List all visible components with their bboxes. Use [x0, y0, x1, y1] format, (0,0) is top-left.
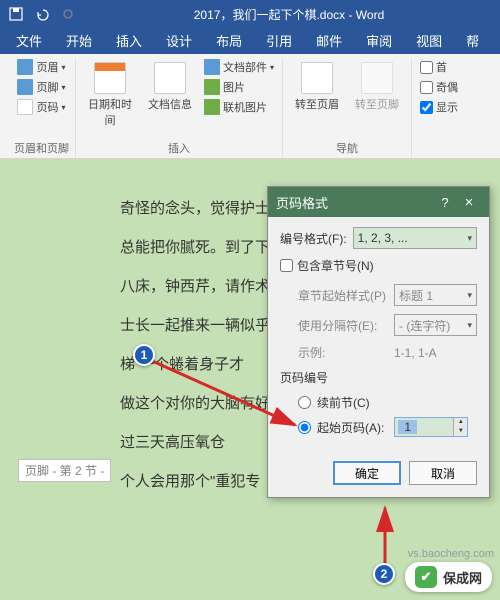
dialog-title: 页码格式 [276, 193, 433, 212]
quick-parts-button[interactable]: 文档部件 ▾ [202, 58, 276, 76]
include-chapter-checkbox[interactable]: 包含章节号(N) [280, 257, 477, 274]
tab-file[interactable]: 文件 [4, 27, 54, 54]
goto-header-icon [301, 62, 333, 94]
source-badge: ✔ 保成网 [405, 562, 492, 592]
annotation-marker-1: 1 [133, 344, 155, 366]
cancel-button[interactable]: 取消 [409, 461, 477, 485]
dialog-titlebar[interactable]: 页码格式 ? × [268, 187, 489, 217]
number-format-select[interactable]: 1, 2, 3, ...▾ [353, 227, 477, 249]
tab-design[interactable]: 设计 [154, 27, 204, 54]
separator-select: - (连字符)▾ [394, 314, 477, 336]
goto-footer-button[interactable]: 转至页脚 [349, 58, 405, 138]
calendar-icon [94, 62, 126, 94]
dialog-body: 编号格式(F): 1, 2, 3, ...▾ 包含章节号(N) 章节起始样式(P… [268, 217, 489, 453]
ribbon: 页眉 ▾ 页脚 ▾ 页码 ▾ 页眉和页脚 日期和时间 文档信息 文档部件 ▾ 图… [0, 54, 500, 159]
show-doc-text-check[interactable]: 显示 [418, 98, 460, 116]
save-icon[interactable] [8, 6, 24, 22]
tab-help[interactable]: 帮 [454, 27, 491, 54]
quick-access-toolbar: 2017，我们一起下个棋.docx - Word [0, 0, 500, 28]
header-icon [17, 59, 33, 75]
group-options: 首 奇偶 显示 [412, 58, 466, 158]
group-insert: 日期和时间 文档信息 文档部件 ▾ 图片 联机图片 插入 [76, 58, 283, 158]
group-label: 导航 [336, 138, 358, 158]
goto-footer-icon [361, 62, 393, 94]
tab-references[interactable]: 引用 [254, 27, 304, 54]
group-label: 插入 [168, 138, 190, 158]
help-icon[interactable]: ? [433, 195, 457, 210]
picture-icon [204, 79, 220, 95]
chevron-down-icon: ▾ [467, 233, 472, 244]
chevron-down-icon: ▾ [467, 320, 472, 331]
tab-insert[interactable]: 插入 [104, 27, 154, 54]
group-header-footer: 页眉 ▾ 页脚 ▾ 页码 ▾ 页眉和页脚 [8, 58, 76, 158]
window-title: 2017，我们一起下个棋.docx - Word [86, 6, 492, 23]
spinner-buttons[interactable]: ▲▼ [453, 418, 467, 436]
ok-button[interactable]: 确定 [333, 461, 401, 485]
doc-info-icon [154, 62, 186, 94]
date-time-button[interactable]: 日期和时间 [82, 58, 138, 138]
watermark: vs.baocheng.com [408, 548, 494, 560]
footer-icon [17, 79, 33, 95]
example-value: 1-1, 1-A [394, 346, 437, 360]
page-number-icon [17, 99, 33, 115]
tab-review[interactable]: 审阅 [354, 27, 404, 54]
doc-info-button[interactable]: 文档信息 [142, 58, 198, 138]
group-label: 页眉和页脚 [14, 138, 69, 158]
undo-icon[interactable] [34, 6, 50, 22]
chevron-down-icon: ▾ [467, 290, 472, 301]
annotation-marker-2: 2 [373, 563, 395, 585]
header-button[interactable]: 页眉 ▾ [15, 58, 67, 76]
online-picture-icon [204, 99, 220, 115]
online-pictures-button[interactable]: 联机图片 [202, 98, 276, 116]
separator-label: 使用分隔符(E): [298, 317, 388, 334]
parts-icon [204, 59, 220, 75]
close-icon[interactable]: × [457, 194, 481, 211]
footer-button[interactable]: 页脚 ▾ [15, 78, 67, 96]
number-format-label: 编号格式(F): [280, 230, 347, 247]
ribbon-tabs: 文件 开始 插入 设计 布局 引用 邮件 审阅 视图 帮 [0, 28, 500, 54]
start-at-radio[interactable]: 起始页码(A): 1 ▲▼ [280, 417, 477, 437]
pictures-button[interactable]: 图片 [202, 78, 276, 96]
shield-icon: ✔ [415, 566, 437, 588]
page-number-format-dialog: 页码格式 ? × 编号格式(F): 1, 2, 3, ...▾ 包含章节号(N)… [267, 186, 490, 498]
group-navigation: 转至页眉 转至页脚 导航 [283, 58, 412, 158]
example-label: 示例: [298, 344, 388, 361]
tab-layout[interactable]: 布局 [204, 27, 254, 54]
chapter-style-label: 章节起始样式(P) [298, 287, 388, 304]
goto-header-button[interactable]: 转至页眉 [289, 58, 345, 138]
odd-even-diff-check[interactable]: 奇偶 [418, 78, 460, 96]
tab-mailings[interactable]: 邮件 [304, 27, 354, 54]
tab-home[interactable]: 开始 [54, 27, 104, 54]
footer-section-label: 页脚 - 第 2 节 - [18, 459, 111, 482]
start-at-spinner[interactable]: 1 ▲▼ [394, 417, 468, 437]
continue-previous-radio[interactable]: 续前节(C) [280, 394, 477, 411]
redo-icon[interactable] [60, 6, 76, 22]
first-page-diff-check[interactable]: 首 [418, 58, 460, 76]
tab-view[interactable]: 视图 [404, 27, 454, 54]
chapter-style-select: 标题 1▾ [394, 284, 477, 306]
page-numbering-section: 页码编号 [280, 369, 477, 386]
page-number-button[interactable]: 页码 ▾ [15, 98, 67, 116]
